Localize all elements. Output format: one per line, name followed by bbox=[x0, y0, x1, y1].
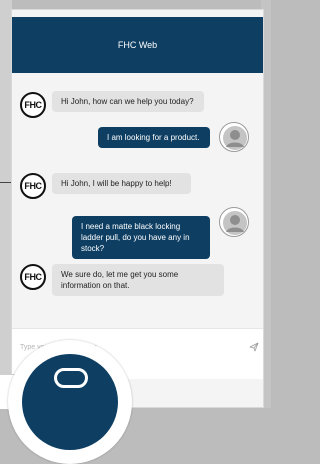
user-avatar-icon bbox=[219, 122, 249, 152]
message-text: I need a matte black locking ladder pull… bbox=[81, 222, 190, 253]
bot-message: Hi John, I will be happy to help! bbox=[52, 173, 191, 194]
user-message: I am looking for a product. bbox=[98, 127, 210, 148]
message-text: We sure do, let me get you some informat… bbox=[61, 270, 179, 290]
bot-message: We sure do, let me get you some informat… bbox=[52, 264, 224, 296]
fhc-logo-icon: FHC bbox=[20, 92, 46, 118]
chat-launcher-button[interactable] bbox=[8, 340, 132, 464]
chat-bubble-icon bbox=[54, 368, 88, 388]
chat-launcher-icon bbox=[22, 354, 118, 450]
user-avatar-icon bbox=[219, 207, 249, 237]
chat-header: FHC Web bbox=[12, 17, 263, 73]
fhc-logo-icon: FHC bbox=[20, 173, 46, 199]
user-message: I need a matte black locking ladder pull… bbox=[72, 216, 210, 259]
message-text: Hi John, how can we help you today? bbox=[61, 97, 194, 106]
message-text: Hi John, I will be happy to help! bbox=[61, 179, 172, 188]
fhc-logo-icon: FHC bbox=[20, 264, 46, 290]
chat-title: FHC Web bbox=[117, 40, 158, 50]
message-text: I am looking for a product. bbox=[107, 133, 200, 142]
send-icon[interactable] bbox=[249, 342, 259, 352]
bot-message: Hi John, how can we help you today? bbox=[52, 91, 204, 112]
